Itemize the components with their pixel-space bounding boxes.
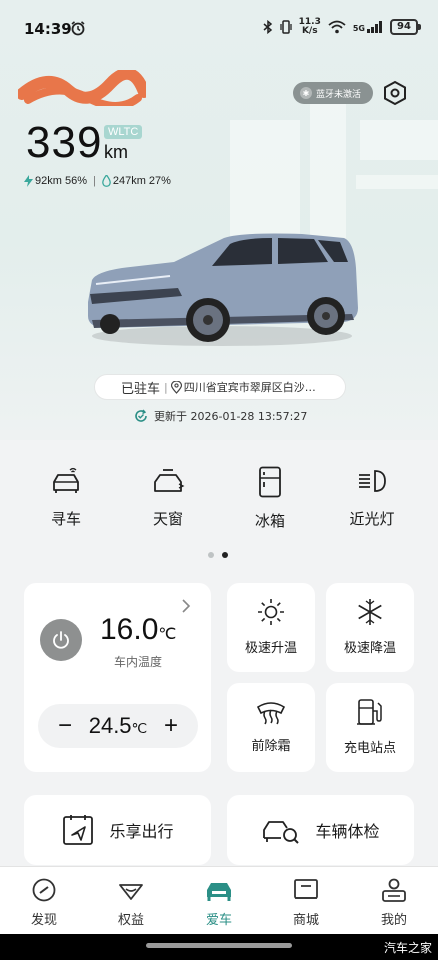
ac-power-button[interactable]: [40, 619, 82, 661]
status-time: 14:39: [24, 20, 72, 38]
snowflake-icon: [358, 599, 382, 625]
redacted-plate-scribble: [18, 70, 146, 106]
defrost-icon: [256, 702, 286, 725]
fuel-drop-icon: [102, 175, 111, 187]
charging-station-icon: [357, 699, 382, 725]
electric-range: 92km 56%: [35, 175, 87, 187]
wifi-icon: [328, 20, 346, 34]
signal-bars-icon: [367, 21, 382, 33]
bluetooth-icon: ✱: [300, 87, 312, 99]
car-locate-icon: [53, 467, 79, 493]
profile-icon: [382, 878, 406, 902]
sunroof-icon: [154, 469, 185, 492]
tile-front-defrost[interactable]: 前除霜: [227, 683, 315, 772]
home-indicator[interactable]: [146, 943, 292, 948]
card-enjoy-travel[interactable]: 乐享出行: [24, 795, 211, 865]
quick-action-find-car[interactable]: 寻车: [26, 466, 106, 529]
page-dot-2-active[interactable]: [222, 552, 228, 558]
bottom-navigation: 发现 权益 爱车 商城 我的: [0, 866, 438, 934]
tile-rapid-cool[interactable]: 极速降温: [326, 583, 414, 672]
temperature-stepper: − 24.5℃ +: [38, 704, 198, 748]
quick-action-low-beam[interactable]: 近光灯: [332, 466, 412, 529]
network-speed: 11.3 K/s: [298, 17, 321, 36]
battery-indicator: 94: [390, 19, 421, 35]
page-dot-1[interactable]: [208, 552, 214, 558]
fuel-range: 247km 27%: [112, 175, 171, 187]
cabin-temperature: 16.0℃: [100, 613, 177, 646]
update-timestamp[interactable]: 更新于 2026-01-28 13:57:27: [134, 408, 307, 424]
bluetooth-status-icon: [263, 20, 272, 34]
low-beam-icon: [359, 470, 386, 492]
watermark-text: 汽车之家: [383, 941, 432, 955]
range-unit: km: [104, 142, 128, 162]
location-pill[interactable]: 已驻车 | 四川省宜宾市翠屏区白沙…: [94, 374, 346, 400]
tile-rapid-heat[interactable]: 极速升温: [227, 583, 315, 672]
wltc-badge: WLTC: [104, 125, 143, 139]
status-bar: 14:39 11.3 K/s 5G 94: [0, 0, 438, 58]
nav-tab-profile[interactable]: 我的: [359, 877, 429, 928]
alarm-icon: [71, 21, 85, 36]
quick-action-sunroof[interactable]: 天窗: [128, 466, 208, 529]
range-value: 339: [26, 118, 103, 167]
location-pin-icon: [170, 380, 182, 394]
system-gesture-bar: 汽车之家: [0, 934, 438, 960]
gift-icon: [119, 884, 143, 900]
tile-charging-station[interactable]: 充电站点: [326, 683, 414, 772]
fridge-icon: [259, 466, 281, 498]
bluetooth-key-badge[interactable]: ✱ 蓝牙未激活: [293, 82, 373, 104]
parked-status: 已驻车: [121, 381, 161, 397]
quick-action-fridge[interactable]: 冰箱: [230, 466, 310, 531]
nav-tab-discover[interactable]: 发现: [9, 877, 79, 928]
nav-tab-shop[interactable]: 商城: [271, 877, 341, 928]
power-icon: [53, 631, 69, 649]
cellular-signal: 5G: [353, 21, 383, 33]
shop-icon: [294, 879, 318, 899]
vehicle-image: [88, 233, 358, 346]
navigation-icon: [63, 815, 94, 845]
cabin-temperature-label: 车内温度: [114, 655, 163, 669]
refresh-icon: [135, 409, 147, 422]
electric-bolt-icon: [24, 175, 33, 187]
car-icon: [207, 883, 231, 901]
range-breakdown: 92km 56% | 247km 27%: [24, 175, 171, 187]
nav-tab-benefits[interactable]: 权益: [96, 877, 166, 928]
nav-tab-my-car[interactable]: 爱车: [184, 877, 254, 928]
pagination-dots: [208, 552, 228, 558]
temp-increase-button[interactable]: +: [160, 712, 182, 740]
set-temperature: 24.5℃: [88, 713, 148, 738]
location-address: 四川省宜宾市翠屏区白沙…: [183, 381, 316, 394]
compass-icon: [32, 878, 56, 902]
quick-actions: 寻车 天窗 冰箱 近光灯: [0, 466, 438, 536]
car-inspect-icon: [263, 821, 300, 844]
sun-icon: [258, 599, 284, 625]
settings-hex-icon[interactable]: [382, 80, 408, 106]
climate-card[interactable]: 16.0℃ 车内温度 − 24.5℃ +: [24, 583, 211, 772]
temp-decrease-button[interactable]: −: [54, 712, 76, 740]
vibrate-icon: [279, 20, 292, 34]
chevron-right-icon[interactable]: [181, 599, 191, 613]
card-vehicle-inspection[interactable]: 车辆体检: [227, 795, 414, 865]
